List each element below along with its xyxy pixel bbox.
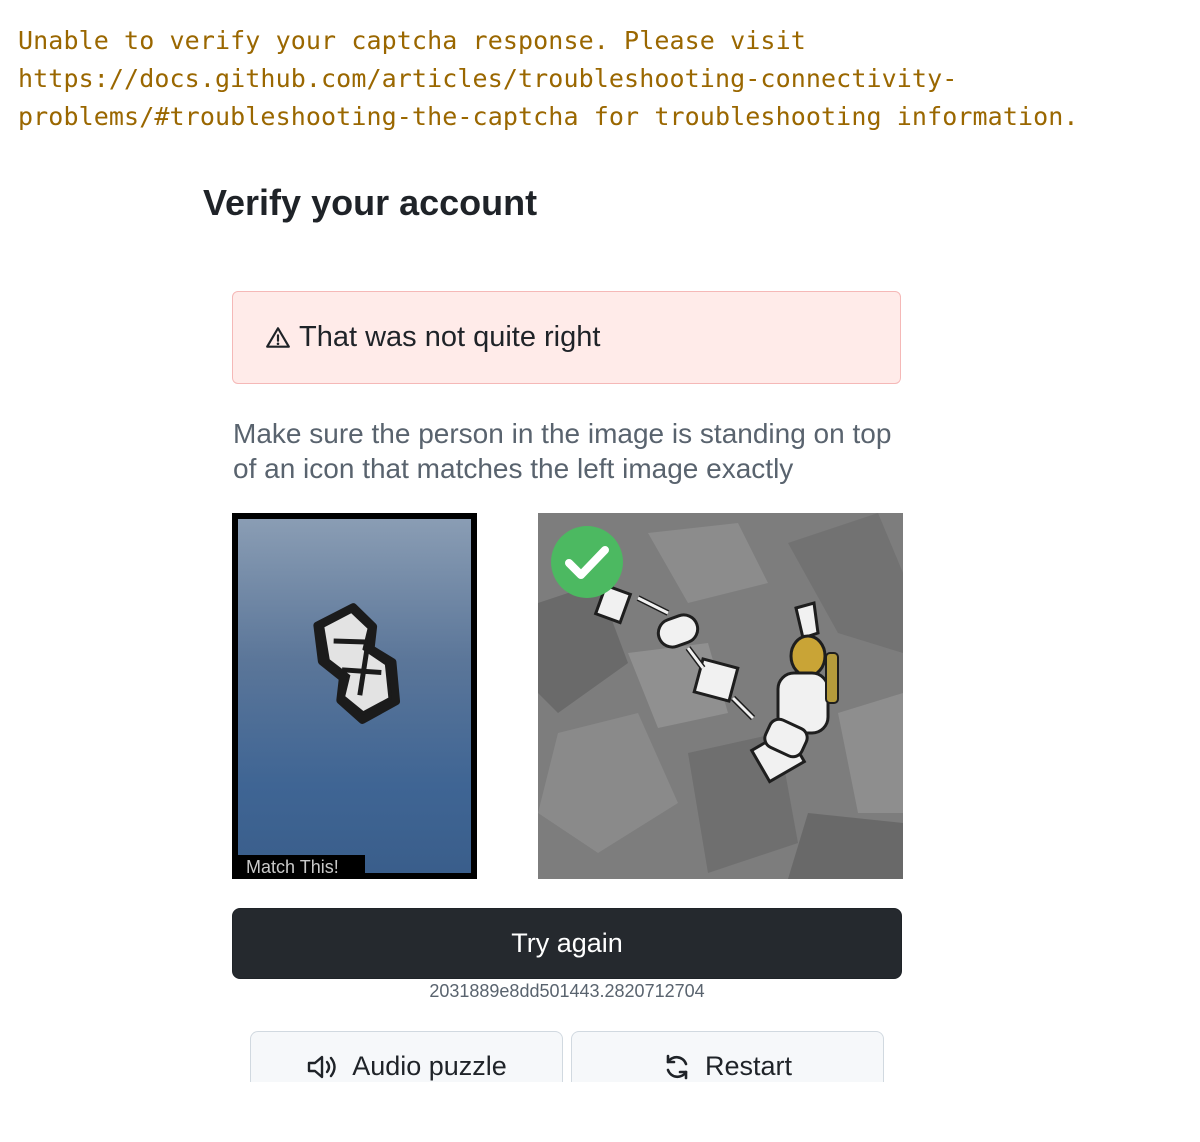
page-bottom-edge xyxy=(0,1082,1200,1142)
target-image: Match This! xyxy=(232,513,477,879)
puzzle-scene[interactable] xyxy=(538,513,903,879)
try-again-button[interactable]: Try again xyxy=(232,908,902,979)
session-id: 2031889e8dd501443.2820712704 xyxy=(429,981,705,1001)
check-circle-icon xyxy=(551,526,623,598)
speaker-icon xyxy=(306,1054,338,1080)
target-glyph-icon xyxy=(313,603,401,724)
restart-label: Restart xyxy=(704,1051,793,1081)
page-title: Verify your account xyxy=(203,182,538,223)
refresh-icon xyxy=(663,1053,691,1081)
target-caption: Match This! xyxy=(232,855,365,879)
audio-puzzle-label: Audio puzzle xyxy=(352,1051,507,1081)
error-alert: That was not quite right xyxy=(232,291,901,384)
alert-triangle-icon xyxy=(265,325,291,351)
captcha-error-message: Unable to verify your captcha response. … xyxy=(18,26,1079,131)
puzzle-instructions: Make sure the person in the image is sta… xyxy=(233,418,892,484)
alert-message: That was not quite right xyxy=(299,321,601,353)
